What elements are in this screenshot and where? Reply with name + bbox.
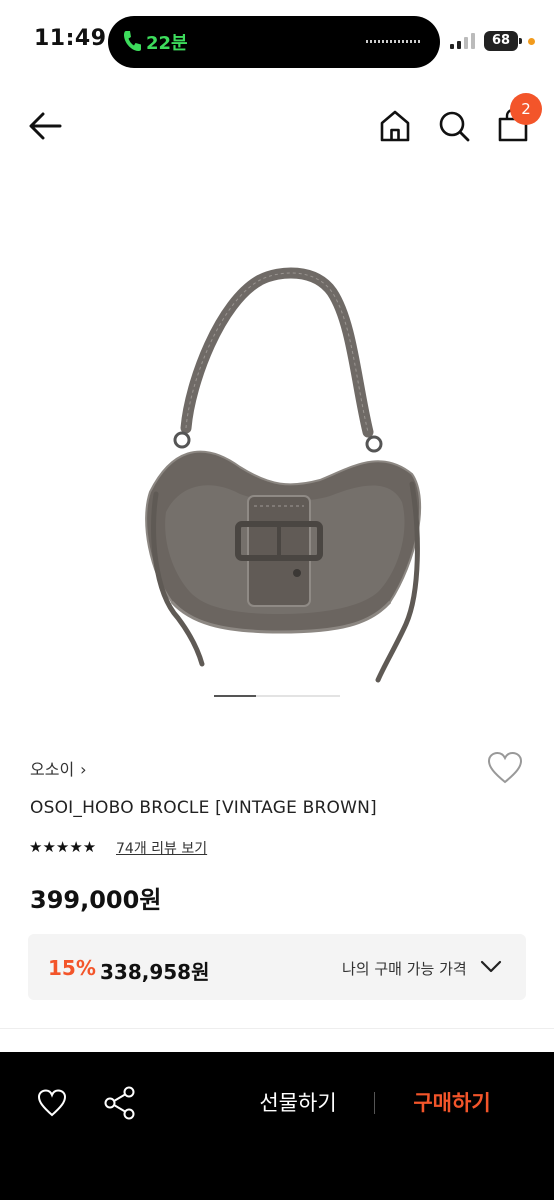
brand-name: 오소이 — [30, 760, 75, 779]
battery-icon: 68 — [484, 31, 518, 51]
product-name: OSOI_HOBO BROCLE [VINTAGE BROWN] — [30, 798, 377, 818]
brand-link[interactable]: 오소이 › — [30, 756, 87, 780]
buy-button[interactable]: 구매하기 — [390, 1082, 514, 1124]
gallery-pager-active — [214, 695, 256, 697]
wishlist-heart-icon[interactable] — [486, 750, 524, 786]
gallery-pager-track — [256, 695, 340, 697]
status-time: 11:49 — [34, 26, 107, 51]
cart-count-badge: 2 — [510, 93, 542, 125]
privacy-indicator-dot — [528, 38, 535, 45]
gift-button[interactable]: 선물하기 — [236, 1082, 360, 1124]
active-call-pill[interactable]: 22분 — [108, 16, 440, 68]
bottom-bar-divider — [374, 1092, 375, 1114]
phone-icon — [124, 31, 141, 51]
product-image[interactable] — [120, 262, 434, 692]
discount-rate: 15% — [48, 956, 96, 980]
discount-price: 338,958원 — [100, 960, 210, 984]
chevron-down-icon — [480, 960, 502, 973]
share-icon[interactable] — [104, 1086, 136, 1120]
home-icon[interactable] — [378, 108, 412, 144]
rating-stars-icon: ★★★★★ — [29, 838, 97, 856]
call-duration: 22분 — [146, 33, 188, 54]
signal-icon — [450, 33, 475, 49]
call-waveform-icon — [366, 40, 422, 43]
my-price-label: 나의 구매 가능 가격 — [342, 960, 467, 978]
my-price-dropdown[interactable]: 15% 338,958원 나의 구매 가능 가격 — [28, 934, 526, 1000]
section-divider — [0, 1028, 554, 1029]
review-link[interactable]: 74개 리뷰 보기 — [116, 838, 207, 858]
back-arrow-icon[interactable] — [26, 108, 64, 144]
search-icon[interactable] — [437, 108, 471, 144]
bottom-action-bar: 선물하기 구매하기 — [0, 1052, 554, 1200]
status-bar: 11:49 22분 68 — [0, 0, 554, 84]
product-price: 399,000원 — [30, 886, 162, 914]
heart-icon[interactable] — [36, 1088, 68, 1118]
chevron-right-icon: › — [80, 760, 87, 779]
battery-tip — [519, 38, 522, 44]
